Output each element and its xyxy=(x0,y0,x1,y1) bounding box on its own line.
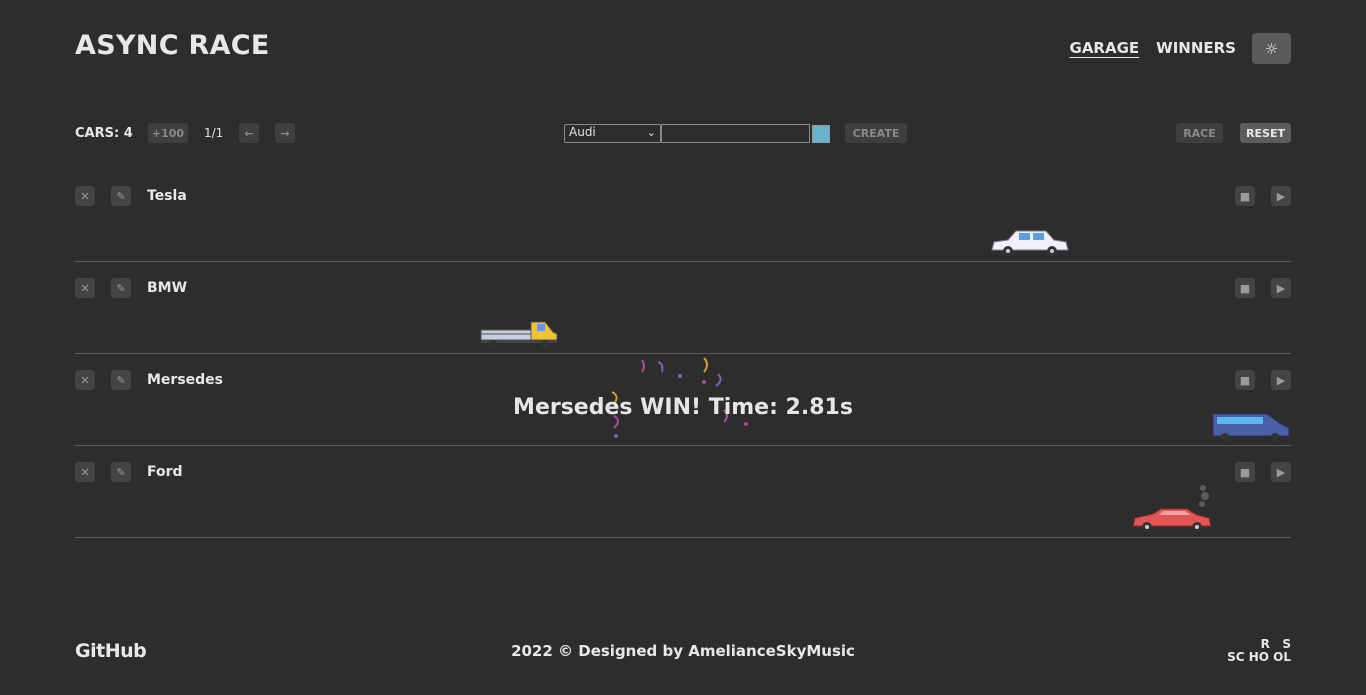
delete-car-button[interactable]: ✕ xyxy=(75,370,95,390)
color-picker[interactable] xyxy=(812,124,830,143)
brand-select-value: Audi xyxy=(569,125,596,139)
car-name: Ford xyxy=(147,464,183,480)
footer: GitHub 2022 © Designed by AmelianceSkyMu… xyxy=(75,638,1291,668)
header: ASYNC RACE GARAGE WINNERS ☼ xyxy=(75,30,1291,70)
sport-car-icon[interactable] xyxy=(1131,482,1216,534)
car-name: Tesla xyxy=(147,188,187,204)
stop-engine-button[interactable]: ■ xyxy=(1235,370,1255,390)
main-nav: GARAGE WINNERS xyxy=(1070,39,1236,57)
truck-icon[interactable] xyxy=(479,318,559,350)
track-tesla: ✕ ✎ Tesla ■ ▶ xyxy=(75,186,1291,262)
delete-car-button[interactable]: ✕ xyxy=(75,186,95,206)
create-car-form: Audi ⌄ xyxy=(564,124,830,143)
theme-toggle-button[interactable]: ☼ xyxy=(1252,33,1291,64)
edit-car-button[interactable]: ✎ xyxy=(111,462,131,482)
app-title: ASYNC RACE xyxy=(75,30,270,61)
race-button[interactable]: RACE xyxy=(1176,123,1223,143)
start-engine-button[interactable]: ▶ xyxy=(1271,278,1291,298)
edit-car-button[interactable]: ✎ xyxy=(111,278,131,298)
create-button[interactable]: CREATE xyxy=(845,123,907,143)
stop-engine-button[interactable]: ■ xyxy=(1235,186,1255,206)
nav-garage[interactable]: GARAGE xyxy=(1070,39,1140,57)
copyright: 2022 © Designed by AmelianceSkyMusic xyxy=(511,642,855,660)
rs-school-line2: SC HO OL xyxy=(1227,650,1291,664)
start-engine-button[interactable]: ▶ xyxy=(1271,370,1291,390)
start-engine-button[interactable]: ▶ xyxy=(1271,186,1291,206)
stop-engine-button[interactable]: ■ xyxy=(1235,462,1255,482)
page-info: 1/1 xyxy=(204,126,224,140)
nav-winners[interactable]: WINNERS xyxy=(1156,39,1236,57)
rs-school-logo[interactable]: R S SC HO OL xyxy=(1223,638,1291,666)
smoke-icon xyxy=(1199,485,1209,507)
sun-icon: ☼ xyxy=(1264,39,1279,58)
edit-car-button[interactable]: ✎ xyxy=(111,370,131,390)
generate-cars-button[interactable]: +100 xyxy=(148,123,188,143)
stop-engine-button[interactable]: ■ xyxy=(1235,278,1255,298)
delete-car-button[interactable]: ✕ xyxy=(75,278,95,298)
prev-page-button[interactable]: ← xyxy=(239,123,259,143)
delete-car-button[interactable]: ✕ xyxy=(75,462,95,482)
cars-count: CARS: 4 xyxy=(75,126,133,141)
reset-button[interactable]: RESET xyxy=(1240,123,1291,143)
next-page-button[interactable]: → xyxy=(275,123,295,143)
track-ford: ✕ ✎ Ford ■ ▶ xyxy=(75,462,1291,538)
track-bmw: ✕ ✎ BMW ■ ▶ xyxy=(75,278,1291,354)
rs-school-line1: R S xyxy=(1260,637,1291,651)
sedan-icon[interactable] xyxy=(990,228,1070,258)
model-input[interactable] xyxy=(661,124,810,143)
winner-message: Mersedes WIN! Time: 2.81s xyxy=(513,395,853,420)
car-name: BMW xyxy=(147,280,188,296)
chevron-down-icon: ⌄ xyxy=(646,126,656,139)
start-engine-button[interactable]: ▶ xyxy=(1271,462,1291,482)
brand-select[interactable]: Audi ⌄ xyxy=(564,124,661,143)
garage-toolbar: CARS: 4 +100 1/1 ← → Audi ⌄ CREATE RACE … xyxy=(75,123,1291,145)
car-name: Mersedes xyxy=(147,372,224,388)
edit-car-button[interactable]: ✎ xyxy=(111,186,131,206)
